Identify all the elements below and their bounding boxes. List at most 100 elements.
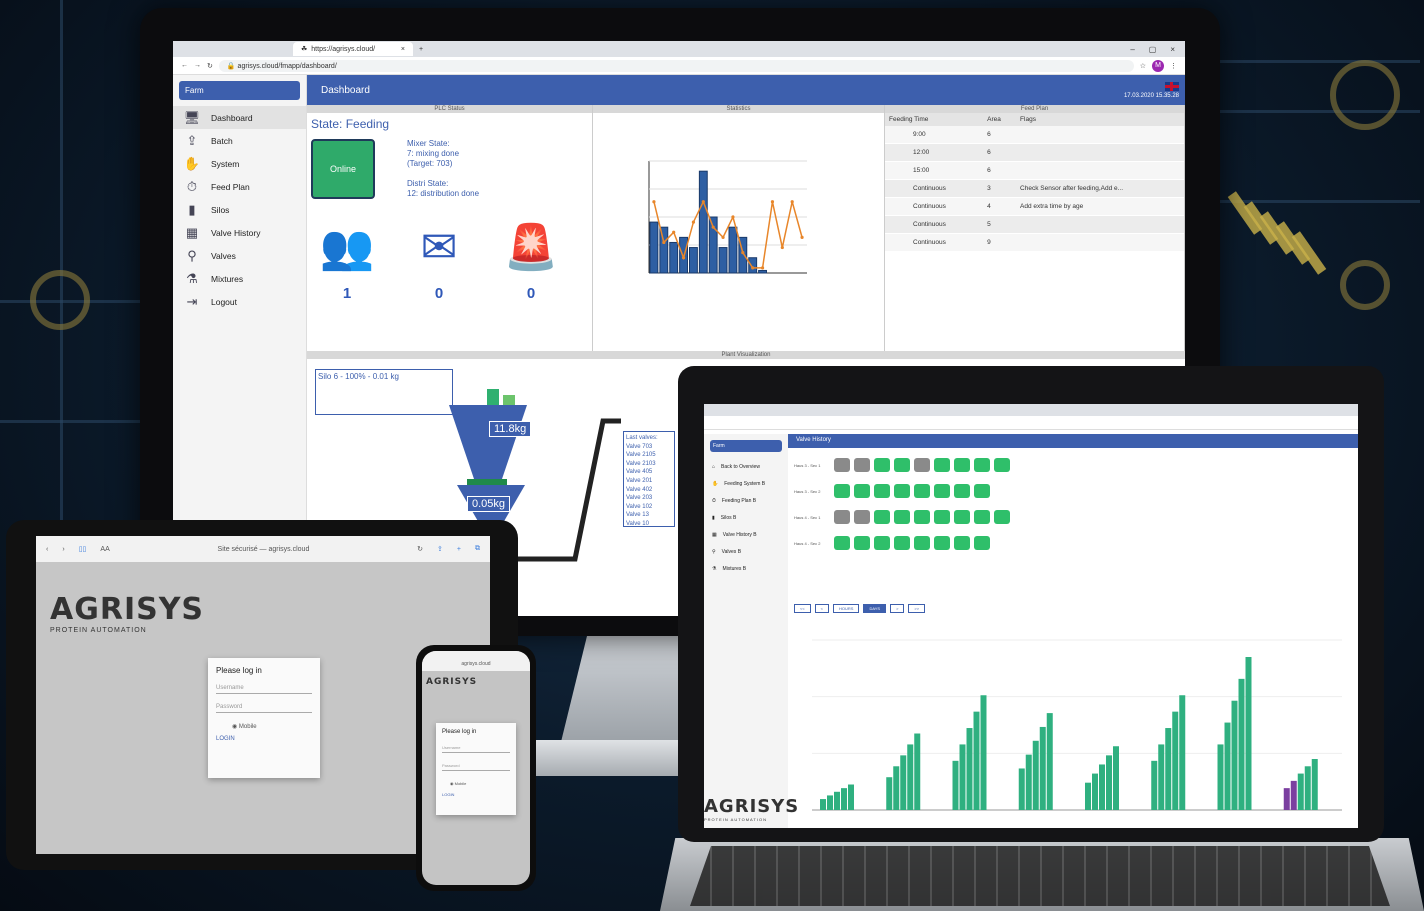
laptop-sidebar-item[interactable]: ⚗ Mixtures B — [704, 560, 788, 577]
valve-button[interactable] — [854, 484, 870, 498]
messages-counter[interactable]: ✉ 0 — [407, 223, 471, 302]
valve-button[interactable] — [934, 458, 950, 472]
laptop-sidebar-item[interactable]: ⌂ Back to Overview — [704, 458, 788, 475]
forward-icon[interactable]: › — [62, 546, 64, 553]
maximize-icon[interactable]: ▢ — [1149, 45, 1157, 54]
column-header[interactable]: Flags — [1016, 113, 1184, 126]
table-row[interactable]: Continuous 3 Check Sensor after feeding,Ad… — [885, 179, 1184, 198]
url-field[interactable]: 🔒 agrisys.cloud/fmapp/dashboard/ — [218, 59, 1134, 72]
close-window-icon[interactable]: × — [1170, 45, 1175, 54]
valve-button[interactable] — [834, 510, 850, 524]
valve-button[interactable] — [854, 536, 870, 550]
sidebar-item[interactable]: ▮ Silos — [173, 198, 306, 221]
sidebar-item[interactable]: ✋ System — [173, 152, 306, 175]
menu-dots-icon[interactable]: ⋮ — [1170, 62, 1177, 70]
laptop-sidebar-item[interactable]: ▮ Silos B — [704, 509, 788, 526]
column-header[interactable]: Area — [983, 113, 1017, 126]
password-field[interactable]: Password — [216, 704, 312, 713]
valve-button[interactable] — [914, 536, 930, 550]
valve-button[interactable] — [894, 458, 910, 472]
book-icon[interactable]: ▯▯ — [79, 545, 87, 553]
valve-button[interactable] — [934, 536, 950, 550]
table-row[interactable]: Continuous 5 — [885, 215, 1184, 234]
sidebar-item[interactable]: ▦ Valve History — [173, 221, 306, 244]
mobile-toggle[interactable]: ◉ Mobile — [450, 781, 510, 786]
valve-button[interactable] — [954, 510, 970, 524]
sidebar-item[interactable]: 🖥 Dashboard — [173, 106, 306, 129]
sidebar-item[interactable]: ⇥ Logout — [173, 290, 306, 313]
time-nav-button[interactable]: << — [794, 604, 811, 613]
tabs-icon[interactable]: ⧉ — [475, 545, 480, 553]
sidebar-item[interactable]: ⇪ Batch — [173, 129, 306, 152]
valve-button[interactable] — [834, 484, 850, 498]
valve-button[interactable] — [894, 510, 910, 524]
laptop-sidebar-item[interactable]: ▦ Valve History B — [704, 526, 788, 543]
login-button[interactable]: LOGIN — [216, 736, 312, 742]
valve-button[interactable] — [874, 510, 890, 524]
valve-button[interactable] — [914, 484, 930, 498]
star-icon[interactable]: ☆ — [1140, 62, 1146, 70]
valve-button[interactable] — [894, 484, 910, 498]
valve-button[interactable] — [994, 458, 1010, 472]
reload-icon[interactable]: ↻ — [207, 62, 213, 70]
users-counter[interactable]: 👥 1 — [315, 223, 379, 302]
time-nav-button[interactable]: > — [890, 604, 905, 613]
minimize-icon[interactable]: – — [1130, 45, 1134, 54]
laptop-sidebar-item[interactable]: ⏱ Feeding Plan B — [704, 492, 788, 509]
valve-button[interactable] — [834, 458, 850, 472]
laptop-sidebar-item[interactable]: ✋ Feeding System B — [704, 475, 788, 492]
valve-button[interactable] — [994, 510, 1010, 524]
table-row[interactable]: Continuous 9 — [885, 233, 1184, 252]
tablet-url[interactable]: Site sécurisé — agrisys.cloud — [124, 546, 403, 553]
time-nav-button[interactable]: HOURS — [833, 604, 860, 613]
valve-button[interactable] — [834, 536, 850, 550]
avatar[interactable]: M — [1152, 59, 1164, 72]
valve-button[interactable] — [894, 536, 910, 550]
share-icon[interactable]: ⇪ — [437, 545, 443, 553]
laptop-sidebar-item[interactable]: ⚲ Valves B — [704, 543, 788, 560]
valve-button[interactable] — [974, 484, 990, 498]
valve-button[interactable] — [934, 484, 950, 498]
username-field[interactable]: Username — [216, 685, 312, 694]
table-row[interactable]: 9:00 6 — [885, 126, 1184, 144]
laptop-farm-selector[interactable]: Farm — [710, 440, 782, 452]
back-icon[interactable]: ‹ — [46, 546, 48, 553]
valve-button[interactable] — [974, 458, 990, 472]
add-tab-icon[interactable]: + — [457, 546, 461, 553]
browser-tab[interactable]: ☘ https://agrisys.cloud/ × — [293, 42, 413, 56]
valve-button[interactable] — [854, 510, 870, 524]
close-tab-icon[interactable]: × — [401, 46, 405, 53]
valve-button[interactable] — [974, 536, 990, 550]
valve-button[interactable] — [874, 536, 890, 550]
valve-button[interactable] — [954, 484, 970, 498]
text-size-icon[interactable]: AA — [100, 546, 109, 553]
mobile-toggle[interactable]: ◉ Mobile — [232, 723, 312, 730]
sidebar-item[interactable]: ⏱ Feed Plan — [173, 175, 306, 198]
time-nav-button[interactable]: DAYS — [863, 604, 887, 613]
valve-button[interactable] — [874, 458, 890, 472]
valve-button[interactable] — [974, 510, 990, 524]
column-header[interactable]: Feeding Time — [885, 113, 984, 126]
valve-button[interactable] — [954, 458, 970, 472]
alarms-counter[interactable]: 🚨 0 — [499, 223, 563, 302]
valve-button[interactable] — [914, 458, 930, 472]
valve-button[interactable] — [954, 536, 970, 550]
time-nav-button[interactable]: >> — [908, 604, 926, 613]
username-field[interactable]: Username — [442, 745, 510, 753]
reload-icon[interactable]: ↻ — [417, 545, 423, 553]
table-row[interactable]: 15:00 6 — [885, 161, 1184, 180]
time-nav-button[interactable]: < — [814, 604, 830, 613]
phone-url-bar[interactable]: agrisys.cloud — [422, 651, 530, 671]
valve-button[interactable] — [874, 484, 890, 498]
sidebar-item[interactable]: ⚗ Mixtures — [173, 267, 306, 290]
valve-button[interactable] — [914, 510, 930, 524]
login-button[interactable]: LOGIN — [442, 792, 510, 797]
valve-button[interactable] — [934, 510, 950, 524]
uk-flag-icon[interactable] — [1165, 81, 1179, 91]
table-row[interactable]: Continuous 4 Add extra time by age — [885, 197, 1184, 216]
new-tab-icon[interactable]: + — [419, 46, 423, 53]
password-field[interactable]: Password — [442, 763, 510, 771]
back-icon[interactable]: ← — [181, 62, 188, 69]
valve-button[interactable] — [854, 458, 870, 472]
sidebar-item[interactable]: ⚲ Valves — [173, 244, 306, 267]
